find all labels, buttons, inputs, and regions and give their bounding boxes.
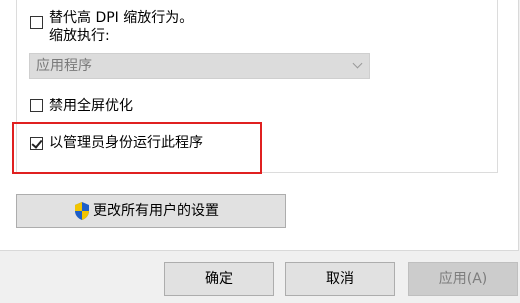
run-as-admin-checkbox[interactable] (30, 137, 43, 150)
scaling-performed-by-dropdown[interactable]: 应用程序 (29, 53, 370, 79)
run-as-admin-label: 以管理员身份运行此程序 (49, 135, 203, 151)
ok-button[interactable]: 确定 (164, 262, 274, 296)
compatibility-tab-page: 替代高 DPI 缩放行为。 缩放执行: 应用程序 禁用全屏优化 以管理员身份运行… (0, 0, 519, 251)
dpi-override-checkbox[interactable] (30, 16, 43, 29)
cancel-button[interactable]: 取消 (285, 262, 395, 296)
disable-fullscreen-optimizations-checkbox[interactable] (30, 99, 43, 112)
dropdown-selected-value: 应用程序 (36, 58, 92, 74)
change-settings-all-users-button[interactable]: 更改所有用户的设置 (16, 194, 286, 228)
disable-fullscreen-optimizations-label: 禁用全屏优化 (49, 98, 133, 114)
chevron-down-icon (352, 58, 363, 69)
uac-shield-icon (75, 202, 89, 220)
apply-button[interactable]: 应用(A) (408, 262, 518, 296)
change-settings-all-users-label: 更改所有用户的设置 (93, 203, 219, 219)
compatibility-properties-dialog: 替代高 DPI 缩放行为。 缩放执行: 应用程序 禁用全屏优化 以管理员身份运行… (0, 0, 520, 303)
scaling-performed-by-label: 缩放执行: (49, 28, 110, 44)
dpi-override-label: 替代高 DPI 缩放行为。 (49, 10, 194, 26)
